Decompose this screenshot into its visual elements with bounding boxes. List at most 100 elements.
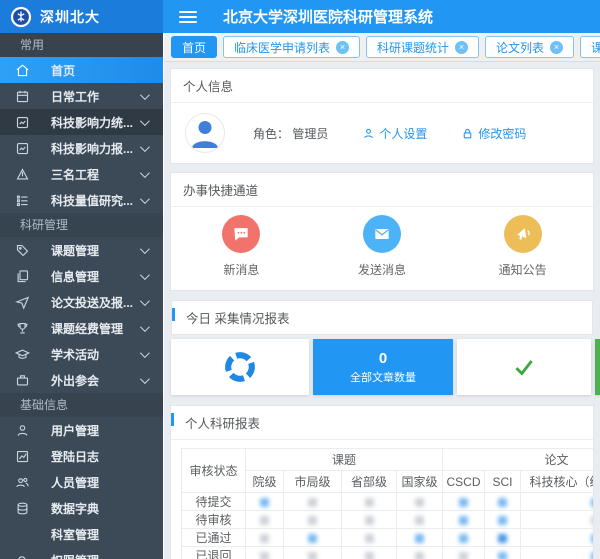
blurred-count-link	[591, 534, 593, 543]
database-icon	[15, 500, 31, 516]
role-text: 角色： 管理员	[253, 125, 328, 142]
sidebar-item-home[interactable]: 首页	[0, 57, 163, 83]
chevron-down-icon	[140, 270, 150, 280]
chevron-down-icon	[140, 348, 150, 358]
avatar	[185, 113, 225, 153]
briefcase-icon	[15, 372, 31, 388]
tab-home[interactable]: 首页	[171, 36, 217, 58]
hamburger-menu-icon[interactable]	[179, 8, 197, 26]
col-header: 科技核心（统计源）期刊	[521, 471, 593, 493]
blurred-count-link	[260, 552, 269, 559]
personal-info-title: 个人信息	[171, 69, 593, 103]
top-bar: 深圳北大 北京大学深圳医院科研管理系统	[0, 0, 600, 33]
row-label: 待提交	[182, 493, 246, 511]
blurred-count-link	[260, 516, 269, 525]
sidebar-item-daily-work[interactable]: 日常工作	[0, 83, 163, 109]
close-icon[interactable]	[550, 41, 563, 54]
sidebar-item-data-dictionary[interactable]: 数据字典	[0, 495, 163, 521]
blurred-count-link	[415, 534, 424, 543]
article-count-tile[interactable]: 0 全部文章数量	[313, 339, 453, 395]
chart-box-icon	[15, 114, 31, 130]
change-password-link[interactable]: 修改密码	[461, 125, 526, 142]
row-label: 待审核	[182, 511, 246, 529]
donut-chart-icon	[218, 345, 262, 389]
sidebar-item-user-mgmt[interactable]: 用户管理	[0, 417, 163, 443]
quick-channel-panel: 办事快捷通道 新消息 发送消息	[170, 172, 594, 291]
table-row: 待提交	[182, 493, 594, 511]
blurred-count-link	[365, 498, 374, 507]
row-label: 已通过	[182, 529, 246, 547]
send-message-button[interactable]: 发送消息	[312, 215, 453, 278]
blurred-count-link	[459, 534, 468, 543]
col-header: 院级	[246, 471, 284, 493]
blurred-count-link	[365, 516, 374, 525]
close-icon[interactable]	[336, 41, 349, 54]
page-content: 个人信息 角色： 管理员 个人设置 修改密码	[164, 62, 600, 559]
blurred-count-link	[498, 516, 507, 525]
donut-stat-tile	[171, 339, 309, 395]
blurred-count-link	[498, 534, 507, 543]
sidebar-item-department-mgmt[interactable]: 科室管理	[0, 521, 163, 547]
chat-bubble-icon	[222, 215, 260, 253]
announcement-button[interactable]: 通知公告	[452, 215, 593, 278]
blurred-count-link	[498, 498, 507, 507]
sidebar-item-project-mgmt[interactable]: 课题管理	[0, 237, 163, 263]
chevron-down-icon	[140, 168, 150, 178]
blurred-count-link	[591, 498, 593, 507]
chart-box-icon	[15, 140, 31, 156]
table-row: 待审核	[182, 511, 594, 529]
sidebar-item-permission-mgmt[interactable]: 权限管理	[0, 547, 163, 559]
sidebar-section-basic-info: 基础信息	[0, 393, 163, 417]
check-stat-tile	[457, 339, 591, 395]
list-icon	[15, 192, 31, 208]
main-area: 首页 临床医学申请列表 科研课题统计 论文列表 课题费用报表 用户列表 个人信息…	[163, 33, 600, 559]
sidebar-item-conference[interactable]: 外出参会	[0, 367, 163, 393]
tab-project-fee-report[interactable]: 课题费用报表	[580, 36, 600, 58]
chevron-down-icon	[140, 90, 150, 100]
blurred-count-link	[308, 498, 317, 507]
envelope-icon	[363, 215, 401, 253]
chevron-down-icon	[140, 374, 150, 384]
today-stat-row: 0 全部文章数量	[171, 335, 593, 397]
pyramid-icon	[15, 166, 31, 182]
users-icon	[15, 474, 31, 490]
sidebar-item-tech-influence-stats[interactable]: 科技影响力统...	[0, 109, 163, 135]
tag-icon	[15, 242, 31, 258]
sidebar-item-tech-value-research[interactable]: 科技量值研究...	[0, 187, 163, 213]
blurred-count-link	[591, 516, 593, 525]
chevron-down-icon	[140, 194, 150, 204]
personal-settings-link[interactable]: 个人设置	[362, 125, 427, 142]
role-value: 管理员	[292, 127, 328, 141]
sidebar-item-login-log[interactable]: 登陆日志	[0, 443, 163, 469]
new-message-button[interactable]: 新消息	[171, 215, 312, 278]
col-header: 市局级	[284, 471, 342, 493]
sidebar-item-academic-activity[interactable]: 学术活动	[0, 341, 163, 367]
sidebar-item-funding-mgmt[interactable]: 课题经费管理	[0, 315, 163, 341]
blurred-count-link	[415, 498, 424, 507]
chart-line-icon	[15, 448, 31, 464]
tab-research-project-stats[interactable]: 科研课题统计	[366, 36, 479, 58]
article-count-value: 0	[379, 350, 387, 367]
today-report-section: 今日 采集情况报表 0 全部文章数量	[170, 299, 594, 397]
table-row: 已通过	[182, 529, 594, 547]
group-header-projects: 课题	[246, 449, 443, 471]
sidebar-item-three-famous-project[interactable]: 三名工程	[0, 161, 163, 187]
blurred-count-link	[591, 552, 593, 559]
sidebar-item-paper-submission[interactable]: 论文投送及报...	[0, 289, 163, 315]
tab-clinical-application-list[interactable]: 临床医学申请列表	[223, 36, 360, 58]
trophy-icon	[15, 320, 31, 336]
close-icon[interactable]	[455, 41, 468, 54]
chevron-down-icon	[140, 116, 150, 126]
sidebar-item-info-mgmt[interactable]: 信息管理	[0, 263, 163, 289]
sidebar-item-personnel-mgmt[interactable]: 人员管理	[0, 469, 163, 495]
no-icon	[15, 526, 31, 542]
col-header: SCI	[485, 471, 521, 493]
tab-paper-list[interactable]: 论文列表	[485, 36, 574, 58]
documents-icon	[15, 268, 31, 284]
check-icon	[511, 354, 537, 380]
blurred-count-link	[365, 552, 374, 559]
col-header: 国家级	[397, 471, 443, 493]
blurred-count-link	[308, 534, 317, 543]
sidebar-item-tech-influence-report[interactable]: 科技影响力报...	[0, 135, 163, 161]
blurred-count-link	[498, 552, 507, 559]
